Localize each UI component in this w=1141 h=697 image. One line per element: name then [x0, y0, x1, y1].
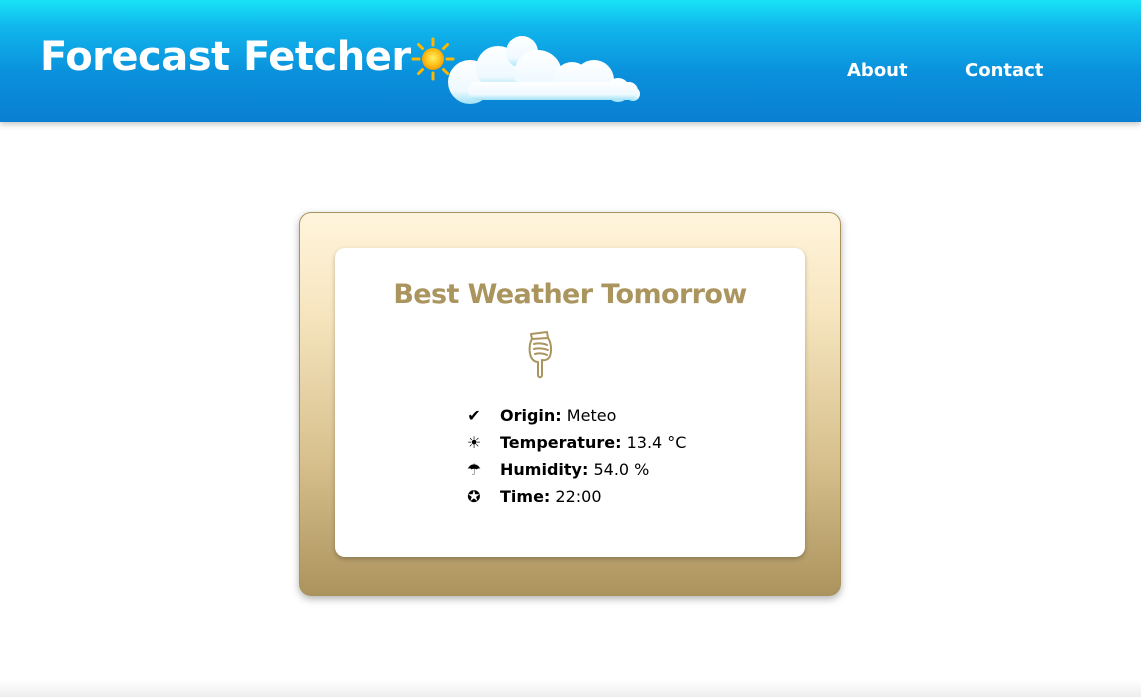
nav-contact-link[interactable]: Contact — [965, 60, 1043, 82]
humidity-value: 54.0 % — [593, 460, 650, 479]
origin-value: Meteo — [566, 406, 617, 425]
checkmark-icon: ✔ — [467, 406, 481, 425]
pointing-down-hand-icon — [528, 331, 553, 379]
temperature-value: 13.4 °C — [626, 433, 687, 452]
time-label: Time: — [500, 487, 551, 506]
site-title[interactable]: Forecast Fetcher — [40, 33, 411, 81]
nav-about-link[interactable]: About — [847, 60, 908, 82]
page-bottom-shade — [0, 680, 1141, 697]
origin-label: Origin: — [500, 406, 562, 425]
site-header: Forecast Fetcher About Contact — [0, 0, 1141, 122]
sun-icon: ☀ — [466, 433, 482, 452]
umbrella-icon: ☂ — [466, 460, 482, 479]
temperature-label: Temperature: — [500, 433, 622, 452]
humidity-label: Humidity: — [500, 460, 589, 479]
clouds-icon — [448, 36, 640, 104]
card-title: Best Weather Tomorrow — [393, 279, 747, 310]
time-value: 22:00 — [555, 487, 602, 506]
clock-icon: ✪ — [467, 487, 481, 506]
